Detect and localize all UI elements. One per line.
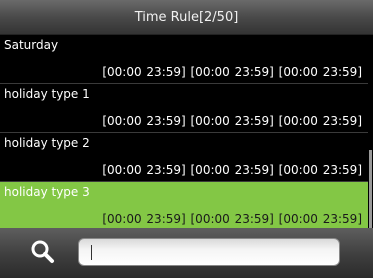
time-rule-screen: Time Rule[2/50] Saturday [00:00 23:59] […: [0, 0, 373, 278]
title-bar: Time Rule[2/50]: [0, 0, 373, 35]
rule-periods: [00:00 23:59] [00:00 23:59] [00:00 23:59…: [102, 163, 362, 177]
list-item[interactable]: Saturday [00:00 23:59] [00:00 23:59] [00…: [0, 35, 368, 84]
search-bar: [0, 228, 373, 278]
text-caret: [91, 245, 92, 260]
rule-name: holiday type 1: [4, 87, 90, 101]
list-item-selected[interactable]: holiday type 3 [00:00 23:59] [00:00 23:5…: [0, 182, 368, 230]
scrollbar-thumb[interactable]: [369, 150, 372, 228]
rule-name: holiday type 3: [4, 185, 90, 199]
rule-name: Saturday: [4, 38, 59, 52]
list-item[interactable]: holiday type 2 [00:00 23:59] [00:00 23:5…: [0, 133, 368, 182]
rule-periods: [00:00 23:59] [00:00 23:59] [00:00 23:59…: [102, 65, 362, 79]
rule-periods: [00:00 23:59] [00:00 23:59] [00:00 23:59…: [102, 212, 362, 226]
search-icon[interactable]: [30, 239, 56, 265]
search-input[interactable]: [78, 238, 340, 266]
list-item[interactable]: holiday type 1 [00:00 23:59] [00:00 23:5…: [0, 84, 368, 133]
rule-periods: [00:00 23:59] [00:00 23:59] [00:00 23:59…: [102, 114, 362, 128]
page-title: Time Rule[2/50]: [134, 9, 239, 25]
scrollbar[interactable]: [368, 35, 373, 228]
rule-name: holiday type 2: [4, 136, 90, 150]
time-rule-list: Saturday [00:00 23:59] [00:00 23:59] [00…: [0, 35, 368, 230]
